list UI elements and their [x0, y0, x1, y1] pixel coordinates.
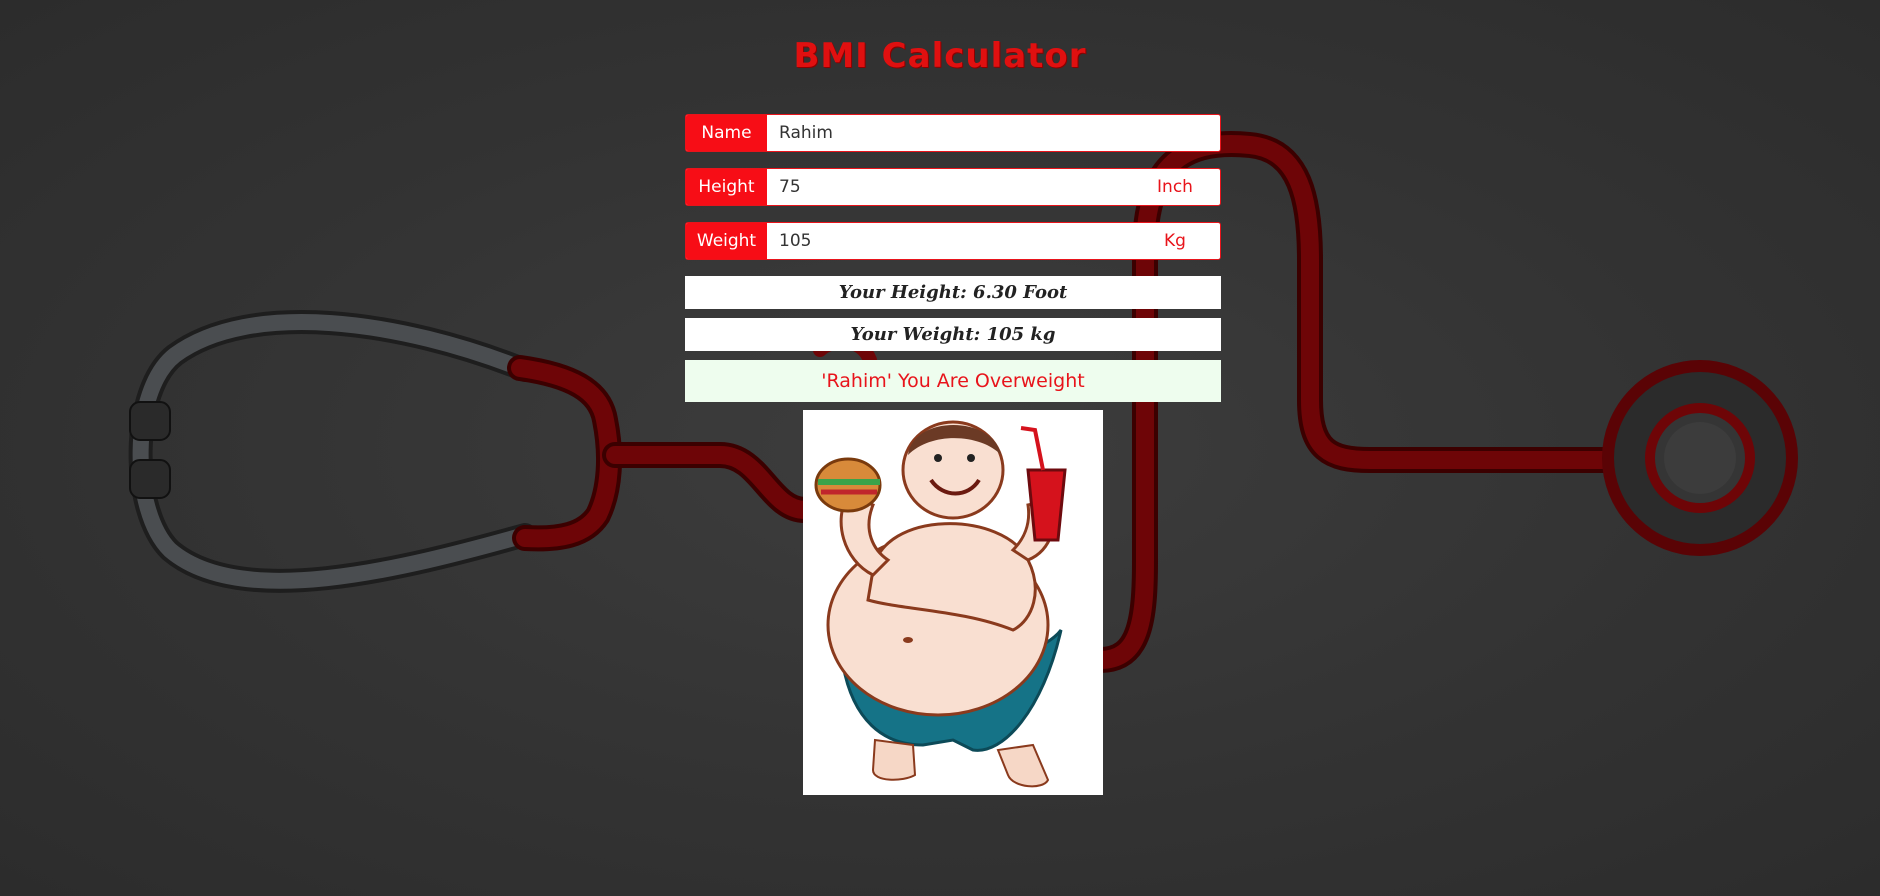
height-input[interactable]: 75 — [767, 169, 1130, 205]
weight-input[interactable]: 105 — [767, 223, 1130, 259]
height-result: Your Height: 6.30 Foot — [685, 276, 1221, 309]
name-label: Name — [686, 115, 767, 151]
weight-field-group: Weight 105 Kg — [685, 222, 1221, 260]
name-field-group: Name Rahim — [685, 114, 1221, 152]
weight-label: Weight — [686, 223, 767, 259]
height-label: Height — [686, 169, 767, 205]
height-field-group: Height 75 Inch — [685, 168, 1221, 206]
height-unit-label: Inch — [1157, 177, 1193, 197]
weight-unit-label: Kg — [1164, 231, 1186, 251]
name-input[interactable]: Rahim — [767, 115, 1220, 151]
overweight-illustration — [803, 410, 1103, 795]
bmi-verdict: 'Rahim' You Are Overweight — [685, 360, 1221, 402]
weight-result: Your Weight: 105 kg — [685, 318, 1221, 351]
overweight-man-with-burger-and-soda-icon — [814, 420, 1067, 788]
page-title: BMI Calculator — [793, 36, 1087, 76]
